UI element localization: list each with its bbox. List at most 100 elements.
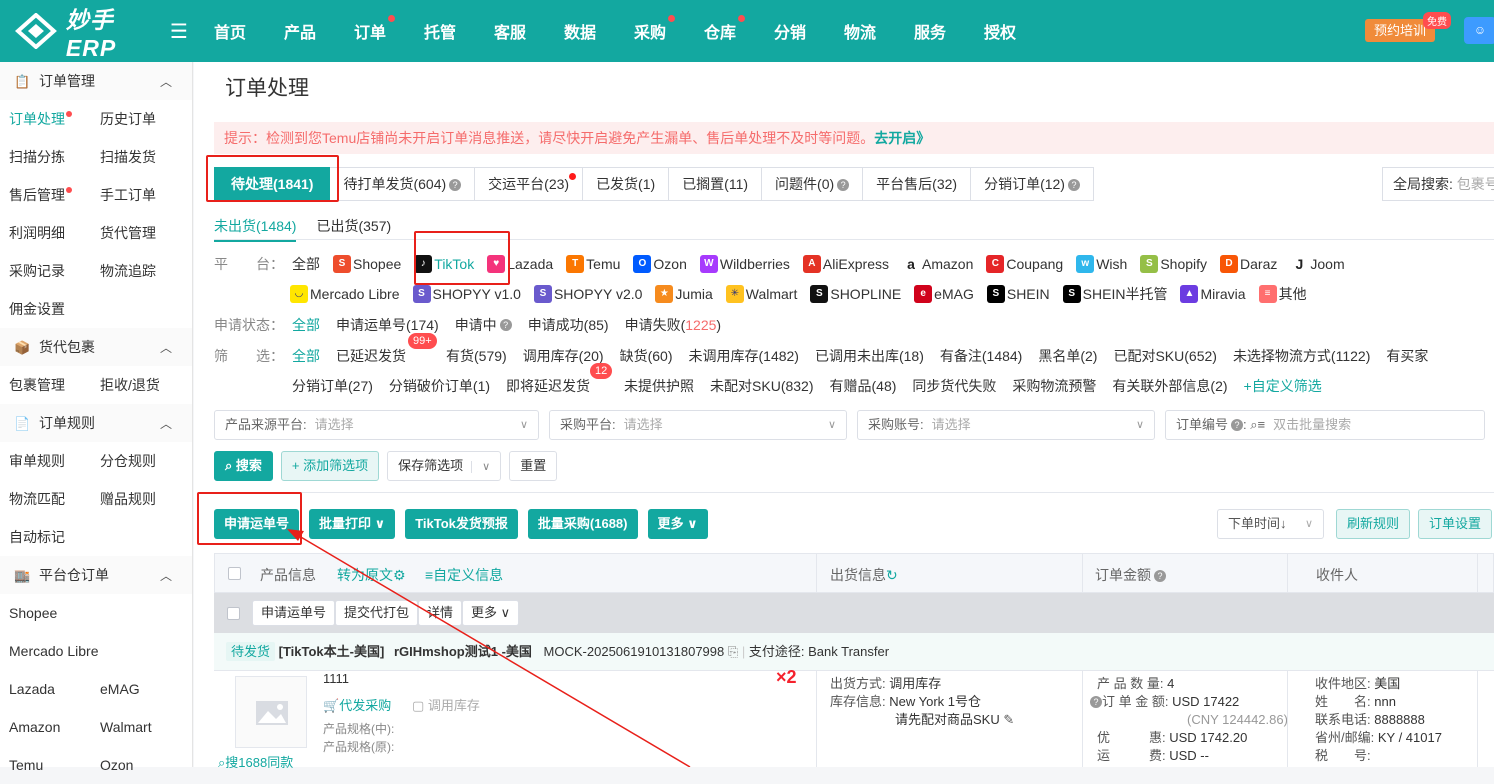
apply-status-4[interactable]: 申请失败(1225)	[625, 315, 722, 335]
tab-4[interactable]: 已搁置(11)	[669, 167, 763, 201]
filter2-3[interactable]: 未提供护照	[624, 376, 694, 396]
customer-service-icon[interactable]: ☺	[1464, 17, 1494, 44]
use-stock-link[interactable]: ▢ 调用库存	[412, 695, 480, 714]
sidebar-item[interactable]: eMAG	[100, 670, 192, 708]
nav-item-11[interactable]: 授权	[984, 19, 1054, 43]
filter2-0[interactable]: 分销订单(27)	[292, 376, 373, 396]
sidebar-item[interactable]: Walmart	[100, 708, 192, 746]
filter-1[interactable]: 已延迟发货 99+	[336, 333, 437, 366]
platform-emag[interactable]: e eMAG	[914, 285, 974, 303]
refresh-icon[interactable]: ↻	[886, 567, 898, 583]
filter2-4[interactable]: 未配对SKU(832)	[710, 376, 813, 396]
sidebar-item[interactable]: 分仓规则	[100, 442, 192, 480]
nav-item-7[interactable]: 仓库	[704, 15, 774, 43]
sidebar-item[interactable]: 利润明细	[9, 214, 100, 252]
apply-status-3[interactable]: 申请成功(85)	[528, 315, 609, 335]
filter-6[interactable]: 已调用未出库(18)	[815, 346, 924, 366]
filter-8[interactable]: 黑名单(2)	[1038, 346, 1097, 366]
sidebar-item[interactable]: 扫描分拣	[9, 138, 100, 176]
apply-status-1[interactable]: 申请运单号(174)	[336, 315, 439, 335]
search-button[interactable]: ⌕ 搜索	[214, 451, 273, 481]
filter2-1[interactable]: 分销破价订单(1)	[389, 376, 490, 396]
sidebar-item[interactable]: Temu	[9, 746, 100, 784]
chevron-up-icon[interactable]: ︿	[160, 339, 172, 356]
filter-4[interactable]: 缺货(60)	[620, 346, 673, 366]
save-filter-button[interactable]: 保存筛选项 ∨	[387, 451, 502, 481]
platform-wish[interactable]: w Wish	[1076, 255, 1127, 273]
sidebar-item[interactable]: 订单处理	[9, 100, 100, 138]
menu-toggle-icon[interactable]: ☰	[170, 19, 200, 44]
sidebar-item[interactable]: 货代管理	[100, 214, 192, 252]
platform-shopline[interactable]: S SHOPLINE	[810, 285, 901, 303]
platform-joom[interactable]: J Joom	[1290, 255, 1345, 273]
sidebar-item[interactable]: 拒收/退货	[100, 366, 192, 404]
agent-buy-link[interactable]: 🛒代发采购	[323, 695, 391, 714]
filter-11[interactable]: 有买家	[1386, 346, 1428, 366]
bulk-1[interactable]: 提交代打包	[335, 600, 419, 626]
tab-3[interactable]: 已发货(1)	[583, 167, 670, 201]
filter2-7[interactable]: 采购物流预警	[1012, 376, 1096, 396]
platform-walmart[interactable]: ✳ Walmart	[725, 285, 797, 303]
chevron-down-icon[interactable]: ∨	[471, 461, 501, 473]
platform-temu[interactable]: T Temu	[566, 255, 620, 273]
action-4[interactable]: 更多 ∨	[647, 509, 708, 539]
sidebar-item[interactable]: 采购记录	[9, 252, 100, 290]
platform-amazon[interactable]: a Amazon	[902, 255, 973, 273]
platform-mercado-libre[interactable]: ◡ Mercado Libre	[290, 285, 400, 303]
filter-7[interactable]: 有备注(1484)	[940, 346, 1022, 366]
bulk-3[interactable]: 更多 ∨	[462, 600, 520, 626]
sidebar-item[interactable]: 赠品规则	[100, 480, 192, 518]
bulk-checkbox[interactable]	[227, 606, 240, 620]
search-1688-link[interactable]: ⌕搜1688同款	[218, 752, 293, 771]
select-item-3[interactable]: 订单编号?: ⌕≡ 双击批量搜索	[1165, 410, 1485, 440]
filter-3[interactable]: 调用库存(20)	[523, 346, 604, 366]
nav-item-2[interactable]: 订单	[354, 15, 424, 43]
bulk-0[interactable]: 申请运单号	[252, 600, 336, 626]
chevron-up-icon[interactable]: ︿	[160, 567, 172, 584]
filter2-8[interactable]: 有关联外部信息(2)	[1112, 376, 1227, 396]
sort-select[interactable]: 下单时间↓ ∨	[1217, 509, 1324, 539]
logo[interactable]: 妙手ERP	[14, 1, 164, 62]
platform-coupang[interactable]: C Coupang	[986, 255, 1063, 273]
platform-aliexpress[interactable]: A AliExpress	[802, 255, 889, 273]
sidebar-item[interactable]: 物流追踪	[100, 252, 192, 290]
sidebar-item[interactable]: Mercado Libre	[9, 632, 100, 670]
nav-item-0[interactable]: 首页	[214, 19, 284, 43]
order-number[interactable]: MOCK-20250619101318079​98	[544, 644, 725, 659]
sidebar-item[interactable]: 佣金设置	[9, 290, 100, 328]
platform-wildberries[interactable]: W Wildberries	[699, 255, 790, 273]
select-item-2[interactable]: 采购账号: 请选择 ∨	[857, 410, 1155, 440]
sidebar-item[interactable]: 售后管理	[9, 176, 100, 214]
platform-item[interactable]: ≡ 其他	[1258, 284, 1307, 304]
chevron-up-icon[interactable]: ︿	[160, 73, 172, 90]
sidebar-item[interactable]: Shopee	[9, 594, 100, 632]
action-1[interactable]: 批量打印 ∨	[309, 509, 396, 539]
apply-status-0[interactable]: 全部	[292, 315, 320, 335]
filter-2[interactable]: 有货(579)	[446, 346, 507, 366]
tab-2[interactable]: 交运平台(23)	[475, 167, 584, 201]
platform-shein[interactable]: S SHEIN	[986, 285, 1050, 303]
sidebar-item[interactable]: Ozon	[100, 746, 192, 784]
product-name[interactable]: 1111	[323, 671, 349, 686]
sidebar-section-1[interactable]: 📦 货代包裹 ︿	[0, 328, 192, 366]
filter2-6[interactable]: 同步货代失败	[912, 376, 996, 396]
sidebar-item[interactable]: 历史订单	[100, 100, 192, 138]
nav-item-6[interactable]: 采购	[634, 15, 704, 43]
platform-daraz[interactable]: D Daraz	[1220, 255, 1277, 273]
nav-item-4[interactable]: 客服	[494, 19, 564, 43]
platform-all[interactable]: 全部	[292, 254, 320, 274]
sidebar-item[interactable]: 自动标记	[9, 518, 100, 556]
sidebar-section-2[interactable]: 📄 订单规则 ︿	[0, 404, 192, 442]
refresh-rule-button[interactable]: 刷新规则	[1336, 509, 1411, 539]
sidebar-item[interactable]: 审单规则	[9, 442, 100, 480]
platform-shopify[interactable]: S Shopify	[1140, 255, 1207, 273]
order-setting-button[interactable]: 订单设置	[1418, 509, 1493, 539]
sidebar-item[interactable]: 包裹管理	[9, 366, 100, 404]
tab-7[interactable]: 分销订单(12)?	[971, 167, 1094, 201]
nav-item-10[interactable]: 服务	[914, 19, 984, 43]
translate-link[interactable]: 转为原文⚙	[337, 565, 406, 585]
enable-link[interactable]: 去开启》	[874, 130, 930, 146]
platform-ozon[interactable]: O Ozon	[633, 255, 687, 273]
add-filter-button[interactable]: + 添加筛选项	[280, 451, 380, 481]
sidebar-section-0[interactable]: 📋 订单管理 ︿	[0, 62, 192, 100]
